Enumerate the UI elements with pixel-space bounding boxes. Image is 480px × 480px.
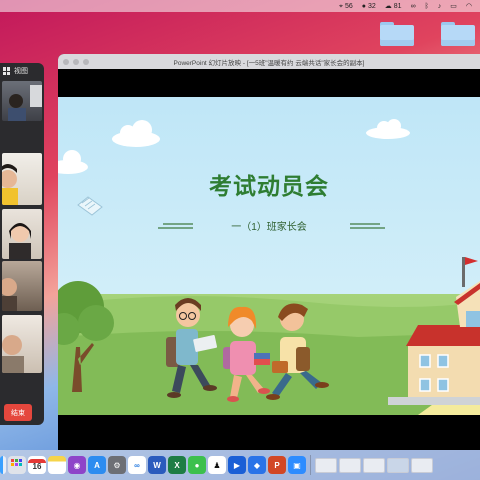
bluetooth-icon: ⌖ bbox=[338, 2, 343, 10]
calendar-day: 16 bbox=[32, 462, 42, 471]
gallery-view-icon bbox=[3, 67, 11, 75]
bluetooth-symbol-icon[interactable]: ᛒ bbox=[425, 3, 429, 10]
video-tile-2[interactable] bbox=[2, 153, 42, 205]
slide-subtitle: 一（1）班家长会 bbox=[231, 222, 307, 233]
excel-icon[interactable]: X bbox=[168, 456, 186, 474]
participant-avatar bbox=[2, 164, 18, 205]
view-label: 视图 bbox=[14, 68, 28, 75]
window-titlebar[interactable]: PowerPoint 幻灯片放映 - [一5班"温暖有约 云端共话"家长会的副本… bbox=[58, 54, 480, 69]
menubar-text: 32 bbox=[367, 2, 376, 10]
dock-separator bbox=[310, 455, 311, 475]
finder-icon[interactable] bbox=[0, 456, 6, 474]
meeting-panel: 视图 结束 bbox=[0, 63, 44, 425]
desktop-folder-1[interactable] bbox=[380, 22, 414, 46]
menubar-item-3[interactable]: ☁ 81 bbox=[385, 3, 402, 10]
menubar-text: 81 bbox=[393, 2, 402, 10]
menubar-item-2[interactable]: ● 32 bbox=[362, 3, 376, 10]
minimized-window-thumbnail[interactable] bbox=[363, 457, 385, 473]
powerpoint-icon[interactable]: P bbox=[268, 456, 286, 474]
participant-avatar bbox=[2, 335, 24, 373]
slide-title: 考试动员会 bbox=[209, 173, 329, 200]
slide[interactable]: 考试动员会 一（1）班家长会 bbox=[58, 97, 480, 415]
battery-icon[interactable]: ▭ bbox=[450, 3, 457, 10]
desktop-folder-2[interactable] bbox=[441, 22, 475, 46]
participant-avatar bbox=[8, 85, 42, 121]
wechat-icon[interactable]: ● bbox=[188, 456, 206, 474]
cloud-icon: ☁ bbox=[384, 2, 392, 10]
minimized-window-thumbnail[interactable] bbox=[339, 457, 361, 473]
participant-avatar bbox=[9, 223, 31, 259]
link-icon[interactable]: ∞ bbox=[411, 3, 416, 10]
video-tile-4[interactable] bbox=[2, 261, 42, 311]
notes-icon[interactable] bbox=[48, 456, 66, 474]
volume-icon[interactable]: ♪ bbox=[438, 3, 442, 10]
zoom-icon[interactable]: ▣ bbox=[288, 456, 306, 474]
word-icon[interactable]: W bbox=[148, 456, 166, 474]
qq-icon[interactable]: ♟ bbox=[208, 456, 226, 474]
minimized-window-thumbnail[interactable] bbox=[411, 457, 433, 473]
powerpoint-window: PowerPoint 幻灯片放映 - [一5班"温暖有约 云端共话"家长会的副本… bbox=[58, 54, 480, 450]
launchpad-icon[interactable] bbox=[8, 456, 26, 474]
calendar-icon[interactable]: 16 bbox=[28, 456, 46, 474]
lark-icon[interactable]: ◆ bbox=[248, 456, 266, 474]
cloud-icon bbox=[58, 119, 410, 174]
window-title: PowerPoint 幻灯片放映 - [一5班"温暖有约 云端共话"家长会的副本… bbox=[173, 59, 365, 67]
minimized-window-thumbnail[interactable] bbox=[315, 457, 337, 473]
dock: 16 ◉ A ⚙ ∞ W X ● ♟ ▶ ◆ P ▣ bbox=[0, 450, 480, 480]
wifi-icon[interactable]: ◠ bbox=[466, 3, 472, 10]
video-tile-3[interactable] bbox=[2, 209, 42, 259]
app-store-icon[interactable]: A bbox=[88, 456, 106, 474]
menu-bar: ⌖ 56 ● 32 ☁ 81 ∞ ᛒ ♪ ▭ ◠ bbox=[0, 0, 480, 12]
baidu-netdisk-icon[interactable]: ∞ bbox=[128, 456, 146, 474]
meeting-header[interactable]: 视图 bbox=[0, 63, 44, 79]
video-tile-5[interactable] bbox=[2, 315, 42, 373]
slide-illustration bbox=[58, 119, 480, 415]
menubar-text: 56 bbox=[344, 2, 353, 10]
menubar-item-1[interactable]: ⌖ 56 bbox=[339, 3, 353, 10]
drop-icon: ● bbox=[361, 2, 366, 10]
participant-avatar bbox=[2, 278, 17, 311]
end-meeting-button[interactable]: 结束 bbox=[4, 404, 32, 421]
podcasts-icon[interactable]: ◉ bbox=[68, 456, 86, 474]
video-tile-1[interactable] bbox=[2, 81, 42, 121]
feishu-icon[interactable]: ▶ bbox=[228, 456, 246, 474]
system-preferences-icon[interactable]: ⚙ bbox=[108, 456, 126, 474]
minimized-window-thumbnail[interactable] bbox=[387, 457, 409, 473]
